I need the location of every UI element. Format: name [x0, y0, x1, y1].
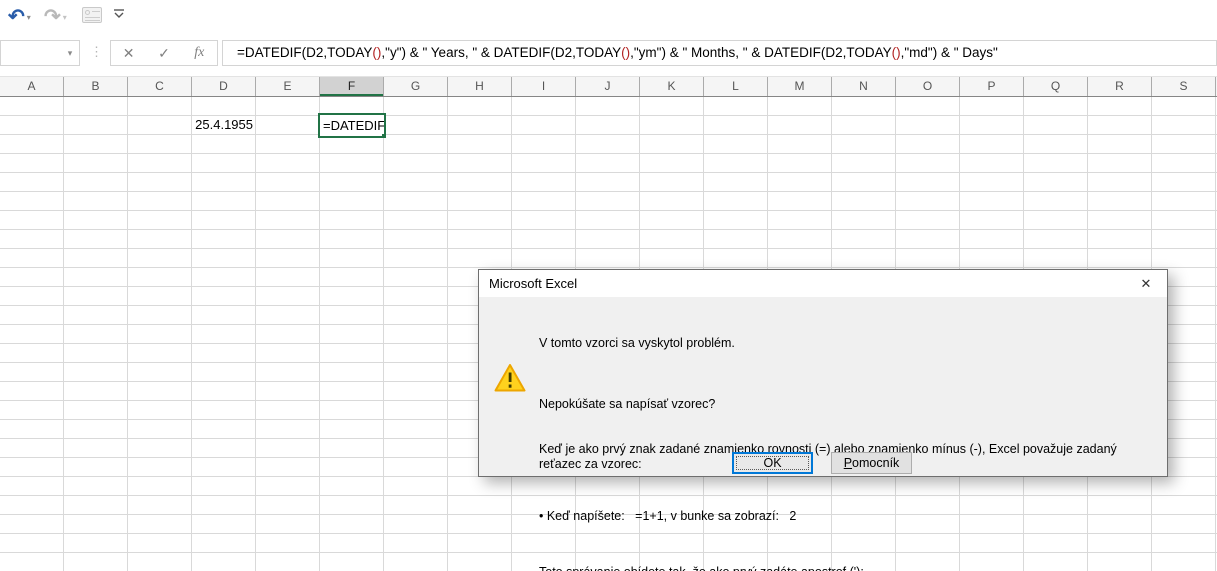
name-box[interactable]: ▾: [0, 40, 80, 66]
redo-dropdown-icon: ▾: [62, 12, 67, 22]
column-header-k[interactable]: K: [640, 77, 704, 96]
text-cursor: [385, 120, 386, 133]
qat-customize-chevron-icon: [114, 9, 124, 18]
formula-segment: =DATEDIF(D2,TODAY: [237, 45, 373, 60]
ok-button[interactable]: OK: [732, 452, 813, 474]
touch-card-icon: [82, 7, 102, 23]
help-button[interactable]: Pomocník: [831, 452, 912, 474]
formula-segment: (): [891, 45, 901, 60]
warning-icon: [494, 364, 526, 392]
dialog-title: Microsoft Excel: [489, 276, 578, 291]
formula-segment: ,"y") & " Years, " & DATEDIF(D2,TODAY: [381, 45, 622, 60]
excel-window: ↶ ▾ ↷ ▾ ▾ ⋮ ✕ ✓ fx =DATEDIF(D2,TODAY(),"…: [0, 0, 1217, 571]
undo-dropdown-icon[interactable]: ▾: [27, 13, 31, 22]
column-header-e[interactable]: E: [256, 77, 320, 96]
message-line: V tomto vzorci sa vyskytol problém.: [539, 336, 735, 350]
column-header-a[interactable]: A: [0, 77, 64, 96]
customize-qat-button[interactable]: [112, 7, 126, 21]
column-header-n[interactable]: N: [832, 77, 896, 96]
column-header-r[interactable]: R: [1088, 77, 1152, 96]
column-header-f[interactable]: F: [320, 77, 384, 96]
help-button-label: Pomocník: [843, 456, 900, 470]
formula-buttons: ✕ ✓ fx: [110, 40, 218, 66]
undo-button[interactable]: ↶ ▾: [8, 3, 31, 31]
column-header-d[interactable]: D: [192, 77, 256, 96]
message-line: • Keď napíšete: =1+1, v bunke sa zobrazí…: [539, 509, 797, 523]
dialog-close-button[interactable]: ✕: [1125, 270, 1167, 297]
dialog-titlebar[interactable]: Microsoft Excel ✕: [479, 270, 1167, 297]
column-header-o[interactable]: O: [896, 77, 960, 96]
formula-input[interactable]: =DATEDIF(D2,TODAY(),"y") & " Years, " & …: [222, 40, 1217, 66]
column-header-g[interactable]: G: [384, 77, 448, 96]
formula-bar-row: ▾ ⋮ ✕ ✓ fx =DATEDIF(D2,TODAY(),"y") & " …: [0, 38, 1217, 72]
insert-function-button[interactable]: fx: [184, 45, 214, 61]
column-header-b[interactable]: B: [64, 77, 128, 96]
formula-segment: ,"md") & " Days": [900, 45, 998, 60]
redo-icon: ↷: [44, 6, 61, 28]
confirm-entry-button[interactable]: ✓: [149, 45, 179, 62]
cell-d2[interactable]: 25.4.1955: [192, 116, 253, 135]
quick-access-toolbar: ↶ ▾ ↷ ▾: [0, 0, 1217, 37]
name-box-dropdown-icon[interactable]: ▾: [61, 48, 79, 59]
dialog-message: V tomto vzorci sa vyskytol problém. Nepo…: [539, 306, 1155, 571]
fill-handle[interactable]: [381, 133, 384, 136]
formula-bar-resizer-icon[interactable]: ⋮: [90, 44, 103, 60]
column-header-i[interactable]: I: [512, 77, 576, 96]
cell-f2-text: =DATEDIF: [323, 118, 386, 133]
cancel-entry-button[interactable]: ✕: [114, 45, 144, 62]
column-header-q[interactable]: Q: [1024, 77, 1088, 96]
column-header-h[interactable]: H: [448, 77, 512, 96]
column-headers: ABCDEFGHIJKLMNOPQRS: [0, 76, 1217, 97]
redo-button[interactable]: ↷ ▾: [44, 3, 67, 31]
ok-button-label: OK: [734, 454, 811, 472]
undo-icon: ↶: [8, 6, 25, 28]
message-line: Nepokúšate sa napísať vzorec?: [539, 397, 716, 411]
column-header-s[interactable]: S: [1152, 77, 1216, 96]
column-header-p[interactable]: P: [960, 77, 1024, 96]
cell-f2-editing[interactable]: =DATEDIF: [318, 113, 386, 138]
column-header-c[interactable]: C: [128, 77, 192, 96]
message-line: Toto správanie obídete tak, že ako prvý …: [539, 565, 1155, 571]
formula-segment: (): [621, 45, 631, 60]
column-header-j[interactable]: J: [576, 77, 640, 96]
alert-dialog: Microsoft Excel ✕ V tomto vzorci sa vysk…: [478, 269, 1168, 571]
formula-segment: ,"ym") & " Months, " & DATEDIF(D2,TODAY: [630, 45, 892, 60]
column-header-m[interactable]: M: [768, 77, 832, 96]
column-header-l[interactable]: L: [704, 77, 768, 96]
